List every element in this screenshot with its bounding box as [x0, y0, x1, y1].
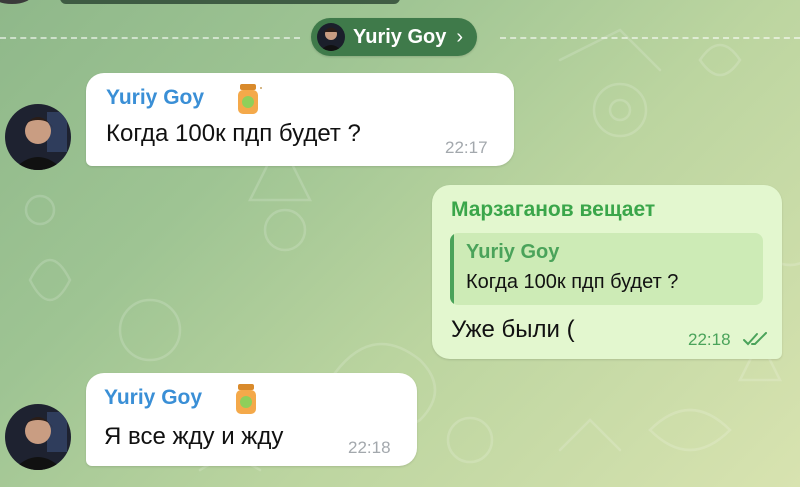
- honey-jar-badge-icon: [236, 384, 256, 414]
- reply-accent-bar: [450, 233, 454, 305]
- date-divider-line: [500, 37, 800, 39]
- message-bubble[interactable]: Yuriy Goy Я все жду и жду 22:18: [86, 373, 417, 466]
- double-check-icon: [743, 332, 767, 346]
- reply-sender: Yuriy Goy: [466, 241, 560, 263]
- sender-name[interactable]: Марзаганов вещает: [451, 198, 655, 222]
- message-text: Уже были (: [451, 316, 575, 343]
- chip-name: Yuriy Goy: [353, 25, 447, 48]
- reply-quote[interactable]: Yuriy Goy Когда 100к пдп будет ?: [450, 233, 763, 305]
- message-text: Я все жду и жду: [104, 423, 284, 450]
- avatar[interactable]: [5, 404, 71, 470]
- message-time: 22:17: [445, 138, 488, 157]
- message-bubble[interactable]: Yuriy Goy Когда 100к пдп будет ? 22:17: [86, 73, 514, 166]
- avatar: [317, 23, 345, 51]
- sender-name[interactable]: Yuriy Goy: [104, 386, 202, 410]
- message-text: Когда 100к пдп будет ?: [106, 120, 361, 147]
- date-divider-line: [0, 37, 300, 39]
- sender-name[interactable]: Yuriy Goy: [106, 86, 204, 110]
- message-time: 22:18: [348, 438, 391, 457]
- reply-text: Когда 100к пдп будет ?: [466, 271, 679, 293]
- avatar[interactable]: [5, 104, 71, 170]
- honey-jar-badge-icon: [238, 84, 262, 114]
- previous-message-edge: [60, 0, 400, 4]
- message-time: 22:18: [688, 330, 731, 349]
- sender-name-chip[interactable]: Yuriy Goy ›: [311, 18, 478, 56]
- message-bubble-outgoing[interactable]: Марзаганов вещает Yuriy Goy Когда 100к п…: [432, 185, 782, 359]
- chevron-right-icon: ›: [456, 25, 464, 48]
